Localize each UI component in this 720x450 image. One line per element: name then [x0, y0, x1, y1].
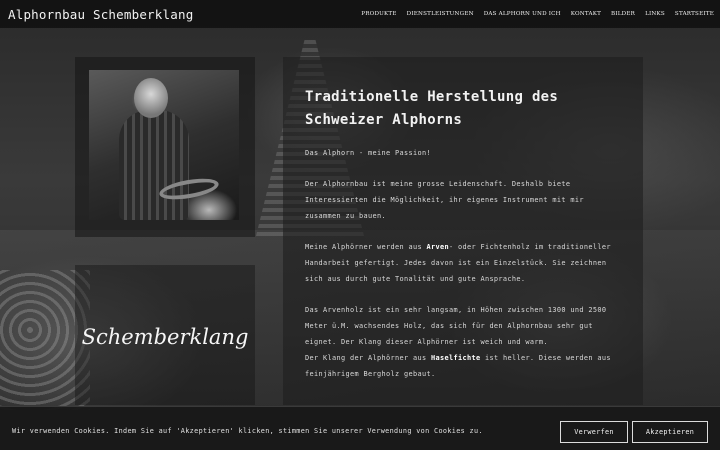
nav-item-das-alphorn-und-ich[interactable]: DAS ALPHORN UND ICH [484, 11, 561, 17]
intro-paragraph: Das Alphorn - meine Passion! [305, 149, 431, 157]
paragraph-passion: Der Alphornbau ist meine grosse Leidensc… [305, 180, 584, 220]
cookie-message: Wir verwenden Cookies. Indem Sie auf 'Ak… [12, 427, 483, 435]
paragraph-haselfichte: Der Klang der Alphörner aus Haselfichte … [305, 350, 623, 382]
cookie-accept-button[interactable]: Akzeptieren [632, 421, 708, 443]
craftsman-figure [119, 110, 189, 220]
cookie-banner: Wir verwenden Cookies. Indem Sie auf 'Ak… [0, 406, 720, 450]
content-panel: Traditionelle Herstellung des Schweizer … [283, 57, 643, 405]
logo-panel: Schemberklang [75, 265, 255, 405]
page-title: Traditionelle Herstellung des Schweizer … [305, 89, 559, 128]
brand-logo: Schemberklang [81, 325, 249, 349]
site-title[interactable]: Alphornbau Schemberklang [8, 7, 193, 22]
nav-item-startseite[interactable]: STARTSEITE [675, 11, 714, 17]
highlight-arven: Arven [426, 243, 449, 251]
photo-panel [75, 57, 255, 237]
text-segment: Meine Alphörner werden aus [305, 243, 427, 251]
paragraph-arvenholz: Das Arvenholz ist ein sehr langsam, in H… [305, 306, 607, 346]
site-header: Alphornbau Schemberklang PRODUKTE DIENST… [0, 0, 720, 28]
craftsman-photo [89, 70, 239, 220]
main-nav: PRODUKTE DIENSTLEISTUNGEN DAS ALPHORN UN… [361, 11, 714, 17]
nav-item-kontakt[interactable]: KONTAKT [571, 11, 601, 17]
nav-item-produkte[interactable]: PRODUKTE [361, 11, 396, 17]
highlight-haselfichte: Haselfichte [430, 354, 481, 362]
nav-item-bilder[interactable]: BILDER [611, 11, 635, 17]
text-segment: Der Klang der Alphörner aus [305, 354, 431, 362]
cookie-reject-button[interactable]: Verwerfen [560, 421, 628, 443]
nav-item-dienstleistungen[interactable]: DIENSTLEISTUNGEN [407, 11, 474, 17]
nav-item-links[interactable]: LINKS [645, 11, 665, 17]
paragraph-wood-types: Meine Alphörner werden aus Arven- oder F… [305, 239, 623, 287]
craftsman-head [134, 78, 168, 118]
